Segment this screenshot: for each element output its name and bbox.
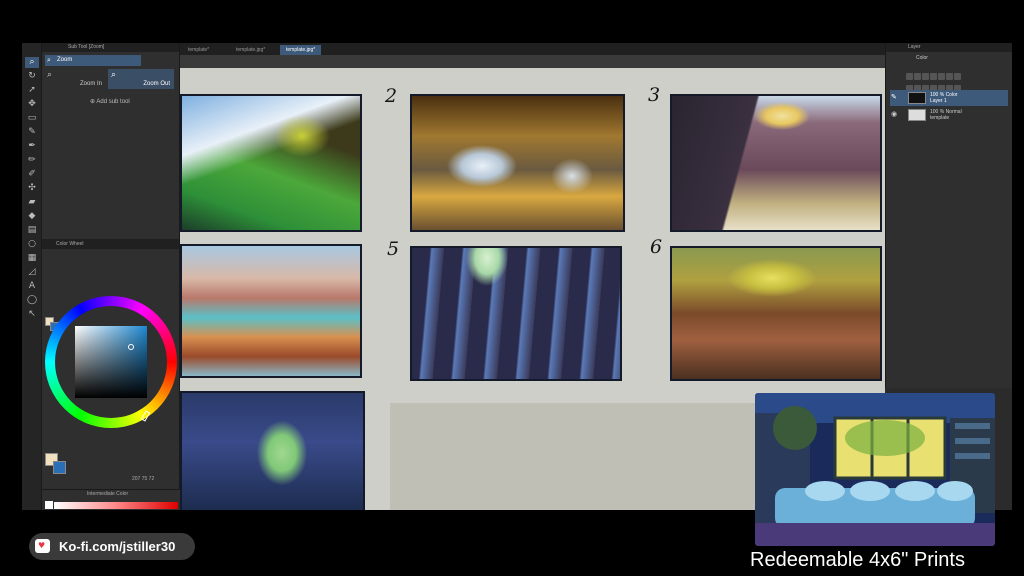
- thumbnail-4: [180, 244, 362, 378]
- sub-color-swatch-large[interactable]: [53, 461, 66, 474]
- zoom-in-label: Zoom In: [79, 81, 102, 87]
- thumbnail-2: [410, 94, 625, 232]
- kofi-link-text: Ko-fi.com/jstiller30: [59, 539, 176, 554]
- visibility-eye-icon[interactable]: ◉: [891, 110, 897, 118]
- color-wheel-tab[interactable]: Color Wheel: [42, 239, 179, 249]
- color-swatch-large[interactable]: [45, 453, 67, 474]
- thumbnail-3: [670, 94, 882, 232]
- figure-tool-icon[interactable]: ○: [25, 239, 39, 250]
- thumbnail-number-5: 5: [387, 238, 400, 260]
- thumbnail-5: [410, 246, 622, 381]
- intermediate-color-bar[interactable]: [54, 502, 178, 509]
- pencil-tool-icon[interactable]: ✏: [25, 155, 39, 166]
- sub-tool-panel: Sub Tool [Zoom] ⌕ Zoom ⌕ Zoom In ⌕ Zoom …: [42, 43, 180, 243]
- thumbnail-number-2: 2: [385, 85, 398, 107]
- layer-row-1[interactable]: ✎ 100 % Color Layer 1: [890, 90, 1008, 106]
- selection-tool-icon[interactable]: ▭: [25, 113, 39, 124]
- selected-sub-tool[interactable]: ⌕ Zoom: [45, 55, 141, 66]
- frame-tool-icon[interactable]: ▦: [25, 253, 39, 264]
- sv-cursor[interactable]: [128, 344, 134, 350]
- layer-name: Layer 1: [930, 98, 947, 104]
- zoom-out-label: Zoom Out: [143, 81, 170, 87]
- zoom-in-button[interactable]: ⌕ Zoom In: [44, 69, 106, 89]
- empty-thumbnail-area: [390, 403, 770, 510]
- move-layer-icon[interactable]: ✥: [25, 99, 39, 110]
- text-tool-icon[interactable]: A: [25, 281, 39, 292]
- balloon-tool-icon[interactable]: ◯: [25, 295, 39, 306]
- airbrush-tool-icon[interactable]: ✣: [25, 183, 39, 194]
- zoom-out-button[interactable]: ⌕ Zoom Out: [108, 69, 174, 89]
- doc-tab-1[interactable]: template*: [182, 45, 215, 55]
- webcam-painting-overlay: [755, 393, 995, 546]
- layer-panel: Layer Color ✎ 100 % Color Layer 1 ◉ 100 …: [885, 43, 1012, 388]
- intermediate-color-panel: Intermediate Color: [42, 489, 180, 510]
- layer-thumbnail: [908, 92, 926, 104]
- intermediate-start-swatch[interactable]: [45, 501, 53, 509]
- add-sub-tool-button[interactable]: ⊕ Add sub tool: [90, 98, 130, 105]
- layer-name: template: [930, 115, 950, 121]
- thumbnail-number-6: 6: [650, 236, 663, 258]
- thumbnail-7: [180, 391, 365, 510]
- fill-tool-icon[interactable]: ◆: [25, 211, 39, 222]
- document-tabs: template* template.jpg* template.jpg*: [180, 43, 885, 55]
- heart-icon: ♥: [38, 541, 46, 550]
- selected-sub-tool-label: Zoom: [57, 57, 73, 63]
- sub-tool-tab[interactable]: Sub Tool [Zoom]: [42, 43, 179, 52]
- intermediate-color-tab[interactable]: Intermediate Color: [87, 491, 128, 497]
- doc-tab-3[interactable]: template.jpg*: [280, 45, 322, 55]
- layer-info: 100 % Normal template: [930, 109, 962, 121]
- pen-tool-icon[interactable]: ✒: [25, 141, 39, 152]
- color-wheel-panel: Color Wheel 207 75 72: [42, 239, 180, 489]
- cozy-room-painting: [755, 393, 995, 546]
- kofi-badge[interactable]: ♥ Ko-fi.com/jstiller30: [29, 533, 195, 560]
- thumbnail-1: [180, 94, 362, 232]
- layer-info: 100 % Color Layer 1: [930, 92, 958, 104]
- hue-cursor[interactable]: [140, 410, 151, 422]
- layer-property-icons: [886, 67, 1012, 80]
- thumbnail-number-3: 3: [648, 84, 661, 106]
- tool-bar: ⌕ ↻ ➚ ✥ ▭ ✎ ✒ ✏ ✐ ✣ ▰ ◆ ▤ ○ ▦ ◿ A ◯ ↖: [22, 43, 42, 510]
- layer-action-icons: [886, 79, 1012, 92]
- layer-thumbnail: [908, 109, 926, 121]
- eraser-tool-icon[interactable]: ▰: [25, 197, 39, 208]
- blend-mode-value: Color: [916, 55, 928, 61]
- zoom-tool-icon[interactable]: ⌕: [25, 57, 39, 68]
- prints-promo-text: Redeemable 4x6" Prints: [750, 549, 965, 571]
- gradient-tool-icon[interactable]: ▤: [25, 225, 39, 236]
- thumbnail-6: [670, 246, 882, 381]
- saturation-value-square[interactable]: [75, 326, 147, 398]
- add-sub-tool-label: Add sub tool: [96, 99, 130, 105]
- doc-tab-2[interactable]: template.jpg*: [230, 45, 271, 55]
- correct-line-icon[interactable]: ↖: [25, 309, 39, 320]
- kofi-cup-icon: ♥: [35, 539, 50, 553]
- ruler-tool-icon[interactable]: ◿: [25, 267, 39, 278]
- eyedropper-icon[interactable]: ✎: [25, 127, 39, 138]
- layer-row-2[interactable]: ◉ 100 % Normal template: [890, 107, 1008, 123]
- brush-tool-icon[interactable]: ✐: [25, 169, 39, 180]
- hsv-readout: 207 75 72: [132, 476, 155, 482]
- layer-tab[interactable]: Layer: [886, 43, 1012, 52]
- zoom-options: ⌕ Zoom In ⌕ Zoom Out: [42, 69, 180, 89]
- search-icon: ⌕: [47, 56, 51, 64]
- blend-mode-select[interactable]: Color: [886, 55, 1012, 65]
- rotate-tool-icon[interactable]: ↻: [25, 71, 39, 82]
- hue-ring[interactable]: [45, 296, 177, 428]
- pencil-edit-icon: ✎: [891, 93, 897, 101]
- operation-tool-icon[interactable]: ➚: [25, 85, 39, 96]
